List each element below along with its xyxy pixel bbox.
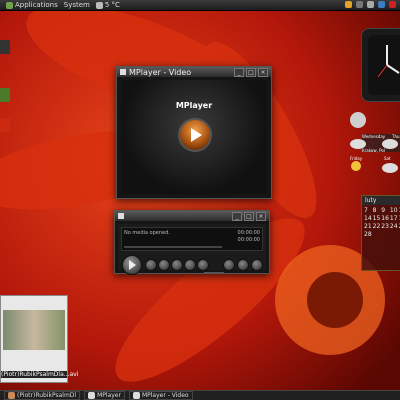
calendar-day[interactable]: 15 bbox=[373, 215, 381, 222]
calendar-day[interactable]: 10 bbox=[390, 207, 398, 214]
clock-widget bbox=[361, 28, 400, 102]
fast-forward-button[interactable] bbox=[197, 259, 209, 271]
calendar-day[interactable]: 17 bbox=[390, 215, 398, 222]
volume-slider[interactable] bbox=[204, 272, 224, 274]
network-icon[interactable] bbox=[356, 1, 363, 8]
weather-widget: Wednesday Thu Krakow, Pol Friday Sat bbox=[346, 108, 400, 180]
calendar-day[interactable]: 8 bbox=[373, 207, 381, 214]
time-elapsed: 00:00:00 bbox=[237, 230, 260, 236]
desktop-icon-pdf[interactable] bbox=[0, 118, 10, 132]
clock-face bbox=[368, 35, 400, 95]
status-display: No media opened. 00:00:00 00:00:00 bbox=[121, 227, 263, 251]
mplayer-icon bbox=[132, 392, 140, 399]
system-tray bbox=[345, 1, 396, 8]
control-panel: No media opened. 00:00:00 00:00:00 bbox=[118, 224, 266, 275]
video-area[interactable]: MPlayer bbox=[121, 80, 267, 194]
window-icon bbox=[118, 213, 124, 219]
weather-day1: Wednesday bbox=[362, 134, 386, 139]
desktop-icon-drive[interactable] bbox=[0, 40, 10, 54]
window-icon bbox=[120, 69, 126, 75]
weather-applet[interactable]: 5 °C bbox=[95, 1, 120, 9]
calendar-day[interactable]: 22 bbox=[373, 223, 381, 230]
minimize-button[interactable]: _ bbox=[232, 212, 242, 221]
media-status: No media opened. bbox=[124, 230, 170, 236]
notification-icon[interactable] bbox=[345, 1, 352, 8]
calendar-grid: 7 8 9 10 11 14 15 16 17 18 21 22 23 24 2… bbox=[362, 205, 400, 240]
apps-icon bbox=[6, 1, 13, 9]
calendar-day[interactable]: 28 bbox=[364, 231, 372, 238]
maximize-button[interactable]: □ bbox=[246, 68, 256, 77]
maximize-button[interactable]: □ bbox=[244, 212, 254, 221]
task-mplayer[interactable]: MPlayer bbox=[84, 391, 125, 400]
calendar-day[interactable]: 24 bbox=[390, 223, 398, 230]
play-button[interactable] bbox=[122, 255, 142, 275]
mplayer-icon bbox=[88, 392, 96, 399]
weather-day4: Sat bbox=[384, 156, 391, 161]
forward-button[interactable] bbox=[184, 259, 196, 271]
calendar-day[interactable]: 16 bbox=[381, 215, 389, 222]
back-button[interactable] bbox=[171, 259, 183, 271]
system-menu[interactable]: System bbox=[64, 1, 90, 9]
mplayer-logo-text: MPlayer bbox=[175, 101, 213, 110]
seek-bar[interactable] bbox=[124, 246, 222, 248]
weather-icons bbox=[350, 112, 400, 173]
thumbnail-label: (Piotr)RubikPsalmDla...avi bbox=[1, 371, 79, 378]
task-mplayer-video[interactable]: MPlayer - Video bbox=[128, 391, 193, 400]
bottom-taskbar: (Piotr)RubikPsalmDl MPlayer MPlayer - Vi… bbox=[0, 390, 400, 400]
weather-day2: Thu bbox=[392, 134, 400, 139]
calendar-month: luty bbox=[362, 196, 400, 205]
desktop-icon-image[interactable] bbox=[0, 88, 10, 102]
weather-day3: Friday bbox=[350, 156, 363, 161]
applications-menu[interactable]: Applications bbox=[6, 1, 58, 9]
calendar-day[interactable]: 23 bbox=[381, 223, 389, 230]
equalizer-button[interactable] bbox=[237, 259, 249, 271]
close-button[interactable]: × bbox=[256, 212, 266, 221]
video-thumbnail-image bbox=[3, 310, 65, 350]
stop-button[interactable] bbox=[145, 259, 157, 271]
calendar-day[interactable]: 7 bbox=[364, 207, 372, 214]
calendar-widget: luty 7 8 9 10 11 14 15 16 17 18 21 22 23… bbox=[361, 195, 400, 271]
mplayer-controls-window[interactable]: _ □ × No media opened. 00:00:00 00:00:00 bbox=[114, 210, 270, 275]
rewind-button[interactable] bbox=[158, 259, 170, 271]
cloud-icon bbox=[95, 1, 103, 9]
playlist-button[interactable] bbox=[223, 259, 235, 271]
volume-icon[interactable] bbox=[367, 1, 374, 8]
update-icon[interactable] bbox=[378, 1, 385, 8]
time-total: 00:00:00 bbox=[237, 237, 260, 243]
close-button[interactable]: × bbox=[258, 68, 268, 77]
fullscreen-button[interactable] bbox=[251, 259, 263, 271]
calendar-day[interactable]: 14 bbox=[364, 215, 372, 222]
mplayer-video-window[interactable]: MPlayer - Video _ □ × MPlayer bbox=[116, 66, 272, 199]
calendar-day[interactable]: 21 bbox=[364, 223, 372, 230]
clock-hands-icon bbox=[377, 45, 400, 78]
calendar-day[interactable]: 9 bbox=[381, 207, 389, 214]
video-thumbnail-window[interactable]: (Piotr)RubikPsalmDla...avi bbox=[0, 295, 79, 383]
minimize-button[interactable]: _ bbox=[234, 68, 244, 77]
task-video-file[interactable]: (Piotr)RubikPsalmDl bbox=[4, 391, 81, 400]
big-play-icon[interactable] bbox=[178, 118, 212, 152]
video-file-icon bbox=[8, 392, 15, 399]
power-icon[interactable] bbox=[389, 1, 396, 8]
top-panel: Applications System 5 °C bbox=[0, 0, 400, 11]
weather-location: Krakow, Pol bbox=[362, 148, 385, 153]
